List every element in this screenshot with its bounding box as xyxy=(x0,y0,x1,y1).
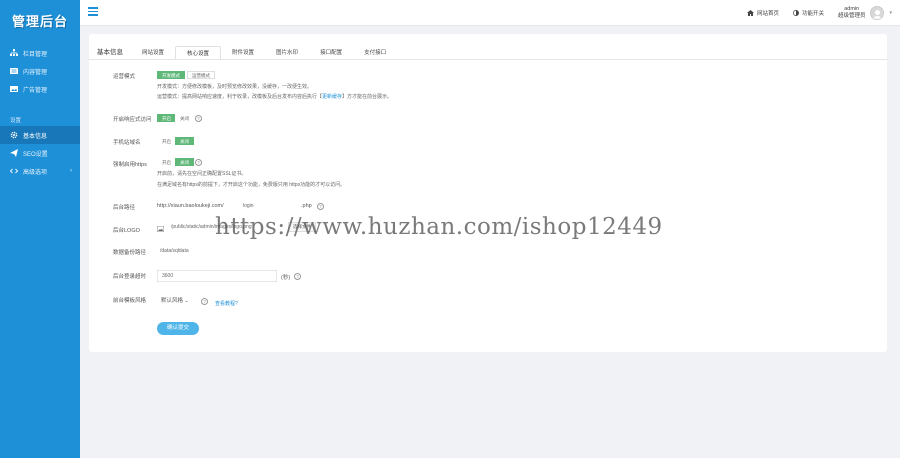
view-tutorial-link[interactable]: 查看教程? xyxy=(215,300,238,307)
mobile-domain-off-button[interactable]: 关闭 xyxy=(175,137,194,145)
tab-divider xyxy=(89,59,887,60)
help-icon[interactable]: ? xyxy=(195,158,202,166)
logo-label: 后台LOGO xyxy=(113,228,140,234)
sidebar-item-label: SEO设置 xyxy=(23,151,48,158)
tab-attachment-settings[interactable]: 附件设置 xyxy=(221,46,265,60)
choose-file-button[interactable]: 选择文件 xyxy=(288,222,316,232)
https-off-button[interactable]: 关闭 xyxy=(175,158,194,166)
sidebar-item-label: 栏目管理 xyxy=(23,51,48,58)
login-timeout-label: 后台登录超时 xyxy=(113,274,147,280)
theme-toggle[interactable]: 功能开关 xyxy=(793,9,824,17)
tab-bar: 基本信息 网站设置 核心设置 附件设置 图片水印 接口配置 支付接口 xyxy=(89,42,887,60)
https-note-2: 在满足域名有https的前提下，才开启这个功能，免费版只用 https功能的才可… xyxy=(157,182,346,188)
sidebar-item-label: 广告管理 xyxy=(23,87,48,94)
paper-plane-icon xyxy=(10,149,18,157)
sidebar-item-ads[interactable]: 广告管理 xyxy=(0,80,80,98)
admin-path-prefix: http://xiaun.baoloukeji.com/ xyxy=(157,203,224,209)
template-style-select[interactable]: 默认风格 ⌄ xyxy=(161,296,189,306)
https-note-1: 开启前，请先在空间正确配置SSL证书。 xyxy=(157,171,247,177)
admin-path-label: 后台路径 xyxy=(113,205,136,211)
card-title: 基本信息 xyxy=(97,49,123,56)
tab-api-config[interactable]: 接口配置 xyxy=(309,46,353,60)
https-on-button[interactable]: 开启 xyxy=(157,158,176,166)
sidebar-item-label: 内容管理 xyxy=(23,69,48,76)
responsive-on-button[interactable]: 开启 xyxy=(157,114,176,122)
update-cache-link[interactable]: 更新缓存 xyxy=(322,94,342,100)
admin-path-input[interactable]: login xyxy=(242,200,298,212)
home-icon xyxy=(746,10,754,16)
sitemap-icon xyxy=(10,49,18,57)
backup-path-input[interactable]: /data/sqldata xyxy=(157,245,247,257)
help-icon[interactable]: ? xyxy=(317,202,324,210)
mode-label: 运营模式 xyxy=(113,74,136,80)
ops-mode-button[interactable]: 运营模式 xyxy=(187,71,215,79)
dev-mode-button[interactable]: 开发模式 xyxy=(157,71,185,79)
help-icon[interactable]: ? xyxy=(201,298,208,305)
sidebar-item-advanced[interactable]: 高级选项 › xyxy=(0,162,80,180)
help-icon[interactable]: ? xyxy=(294,273,301,280)
sidebar-item-label: 基本信息 xyxy=(23,133,48,140)
code-icon xyxy=(10,167,18,175)
user-role: 超级管理员 xyxy=(837,13,866,19)
theme-toggle-label: 功能开关 xyxy=(801,11,824,17)
login-timeout-input[interactable]: 3600 xyxy=(157,270,277,282)
login-timeout-unit: (秒) xyxy=(281,275,291,281)
half-circle-icon xyxy=(793,10,799,16)
template-style-value: 默认风格 xyxy=(161,298,184,304)
sidebar: 管理后台 栏目管理 内容管理 广告管理 设置 基本信息 SEO设置 高级选项 › xyxy=(0,0,80,458)
tab-site-settings[interactable]: 网站设置 xyxy=(131,46,175,60)
gear-icon xyxy=(10,131,18,139)
home-link-label: 网站首页 xyxy=(756,11,779,17)
avatar[interactable] xyxy=(870,6,885,20)
logo-path-input[interactable]: /public/static/admin/images/logo.png xyxy=(166,221,286,233)
mobile-domain-on-button[interactable]: 开启 xyxy=(157,137,176,145)
sidebar-section-settings: 设置 xyxy=(10,118,22,124)
mode-note-dev: 开发模式：方便修改模板，及时预览修改效果，没缓存，一改便生效。 xyxy=(157,84,313,90)
backup-path-label: 数据备份路径 xyxy=(113,250,147,256)
responsive-off-button[interactable]: 关闭 xyxy=(175,114,194,122)
user-menu[interactable]: admin 超级管理员 ▾ xyxy=(838,6,892,20)
tab-image-watermark[interactable]: 图片水印 xyxy=(265,46,309,60)
user-name: admin xyxy=(844,6,860,12)
mode-note-ops: 运营模式：提高网站响应速度，利于收录，改模板及后台发布内容后执行【更新缓存】方才… xyxy=(157,93,392,100)
tab-core-settings[interactable]: 核心设置 xyxy=(175,46,222,60)
menu-toggle-icon[interactable] xyxy=(88,7,98,16)
admin-path-suffix: .php xyxy=(301,203,312,209)
mode-note-ops-tail: 】方才能在前台展示。 xyxy=(342,94,393,100)
mode-note-ops-text: 运营模式：提高网站响应速度，利于收录，改模板及后台发布内容后执行【 xyxy=(157,94,323,100)
app-logo: 管理后台 xyxy=(11,14,68,30)
sidebar-item-content[interactable]: 内容管理 xyxy=(0,62,80,80)
chevron-right-icon: › xyxy=(70,168,72,174)
sidebar-item-seo[interactable]: SEO设置 xyxy=(0,144,80,162)
submit-button[interactable]: 确认提交 xyxy=(157,322,199,335)
settings-card: 基本信息 网站设置 核心设置 附件设置 图片水印 接口配置 支付接口 运营模式 … xyxy=(89,34,887,352)
list-icon xyxy=(10,67,18,75)
sidebar-item-basic-info[interactable]: 基本信息 xyxy=(0,126,80,144)
help-icon[interactable]: ? xyxy=(195,114,202,122)
https-label: 强制启用https xyxy=(113,162,147,168)
tab-payment-api[interactable]: 支付接口 xyxy=(353,46,397,60)
home-link[interactable]: 网站首页 xyxy=(746,9,779,17)
chevron-down-icon: ▾ xyxy=(889,10,892,16)
template-style-label: 前台模板风格 xyxy=(113,298,147,304)
image-icon xyxy=(10,85,18,93)
chevron-down-icon: ⌄ xyxy=(184,298,189,304)
sidebar-item-label: 高级选项 xyxy=(23,169,48,176)
topbar: 网站首页 功能开关 admin 超级管理员 ▾ xyxy=(80,0,900,26)
mobile-domain-label: 手机站域名 xyxy=(113,140,141,146)
image-icon xyxy=(157,225,164,232)
sidebar-item-columns[interactable]: 栏目管理 xyxy=(0,44,80,62)
responsive-label: 开启响应式访问 xyxy=(113,117,152,123)
